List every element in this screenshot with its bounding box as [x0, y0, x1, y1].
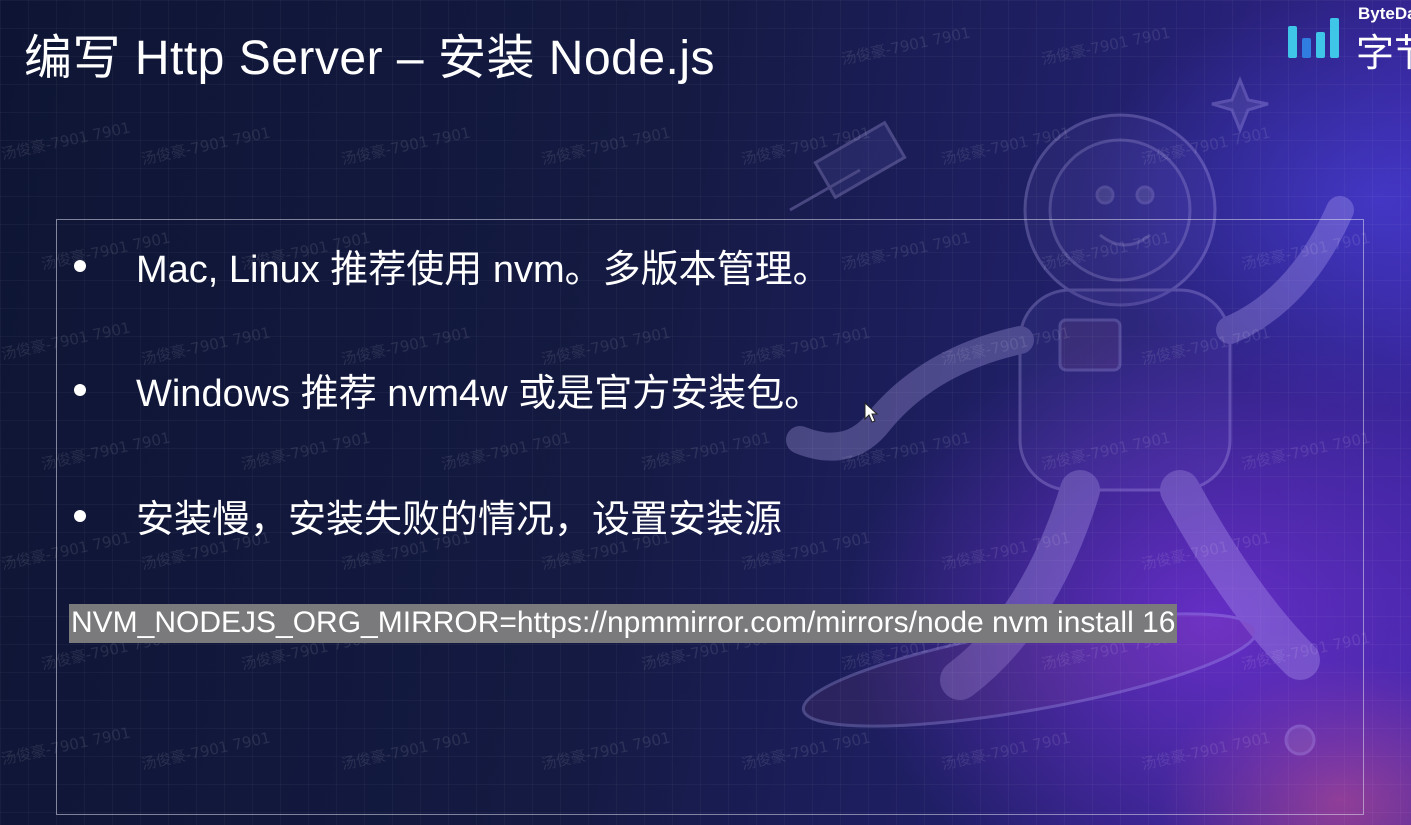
bullet-item: 安装慢，安装失败的情况，设置安装源 [57, 488, 782, 543]
watermark: 汤俊豪-7901 7901 [839, 23, 973, 69]
brand-logo: ByteDa 字节 [1286, 0, 1411, 75]
mouse-cursor-icon [864, 402, 878, 423]
slide-title: 编写 Http Server – 安装 Node.js [24, 32, 716, 85]
bullet-text: Windows 推荐 nvm4w 或是官方安装包。 [136, 373, 823, 415]
bullet-item: Windows 推荐 nvm4w 或是官方安装包。 [57, 362, 822, 417]
bullet-text: Mac, Linux 推荐使用 nvm。多版本管理。 [136, 249, 831, 291]
bullet-item: Mac, Linux 推荐使用 nvm。多版本管理。 [57, 238, 831, 293]
bullet-dot-icon [74, 509, 86, 522]
bytedance-logo-bars-icon [1288, 18, 1339, 58]
brand-name-large: 字节 [1356, 33, 1411, 75]
watermark: 汤俊豪-7901 7901 [739, 123, 873, 169]
watermark: 汤俊豪-7901 7901 [539, 123, 673, 169]
bullet-dot-icon [74, 259, 86, 272]
content-box: Mac, Linux 推荐使用 nvm。多版本管理。 Windows 推荐 nv… [56, 219, 1364, 815]
bullet-text: 安装慢，安装失败的情况，设置安装源 [136, 499, 783, 541]
watermark: 汤俊豪-7901 7901 [1039, 23, 1173, 69]
brand-name-small: ByteDa [1358, 4, 1411, 23]
watermark: 汤俊豪-7901 7901 [0, 118, 133, 164]
bullet-dot-icon [74, 383, 86, 396]
watermark: 汤俊豪-7901 7901 [139, 123, 273, 169]
watermark: 汤俊豪-7901 7901 [1139, 123, 1273, 169]
watermark: 汤俊豪-7901 7901 [339, 123, 473, 169]
watermark: 汤俊豪-7901 7901 [939, 123, 1073, 169]
mirror-command-text[interactable]: NVM_NODEJS_ORG_MIRROR=https://npmmirror.… [69, 604, 1178, 643]
